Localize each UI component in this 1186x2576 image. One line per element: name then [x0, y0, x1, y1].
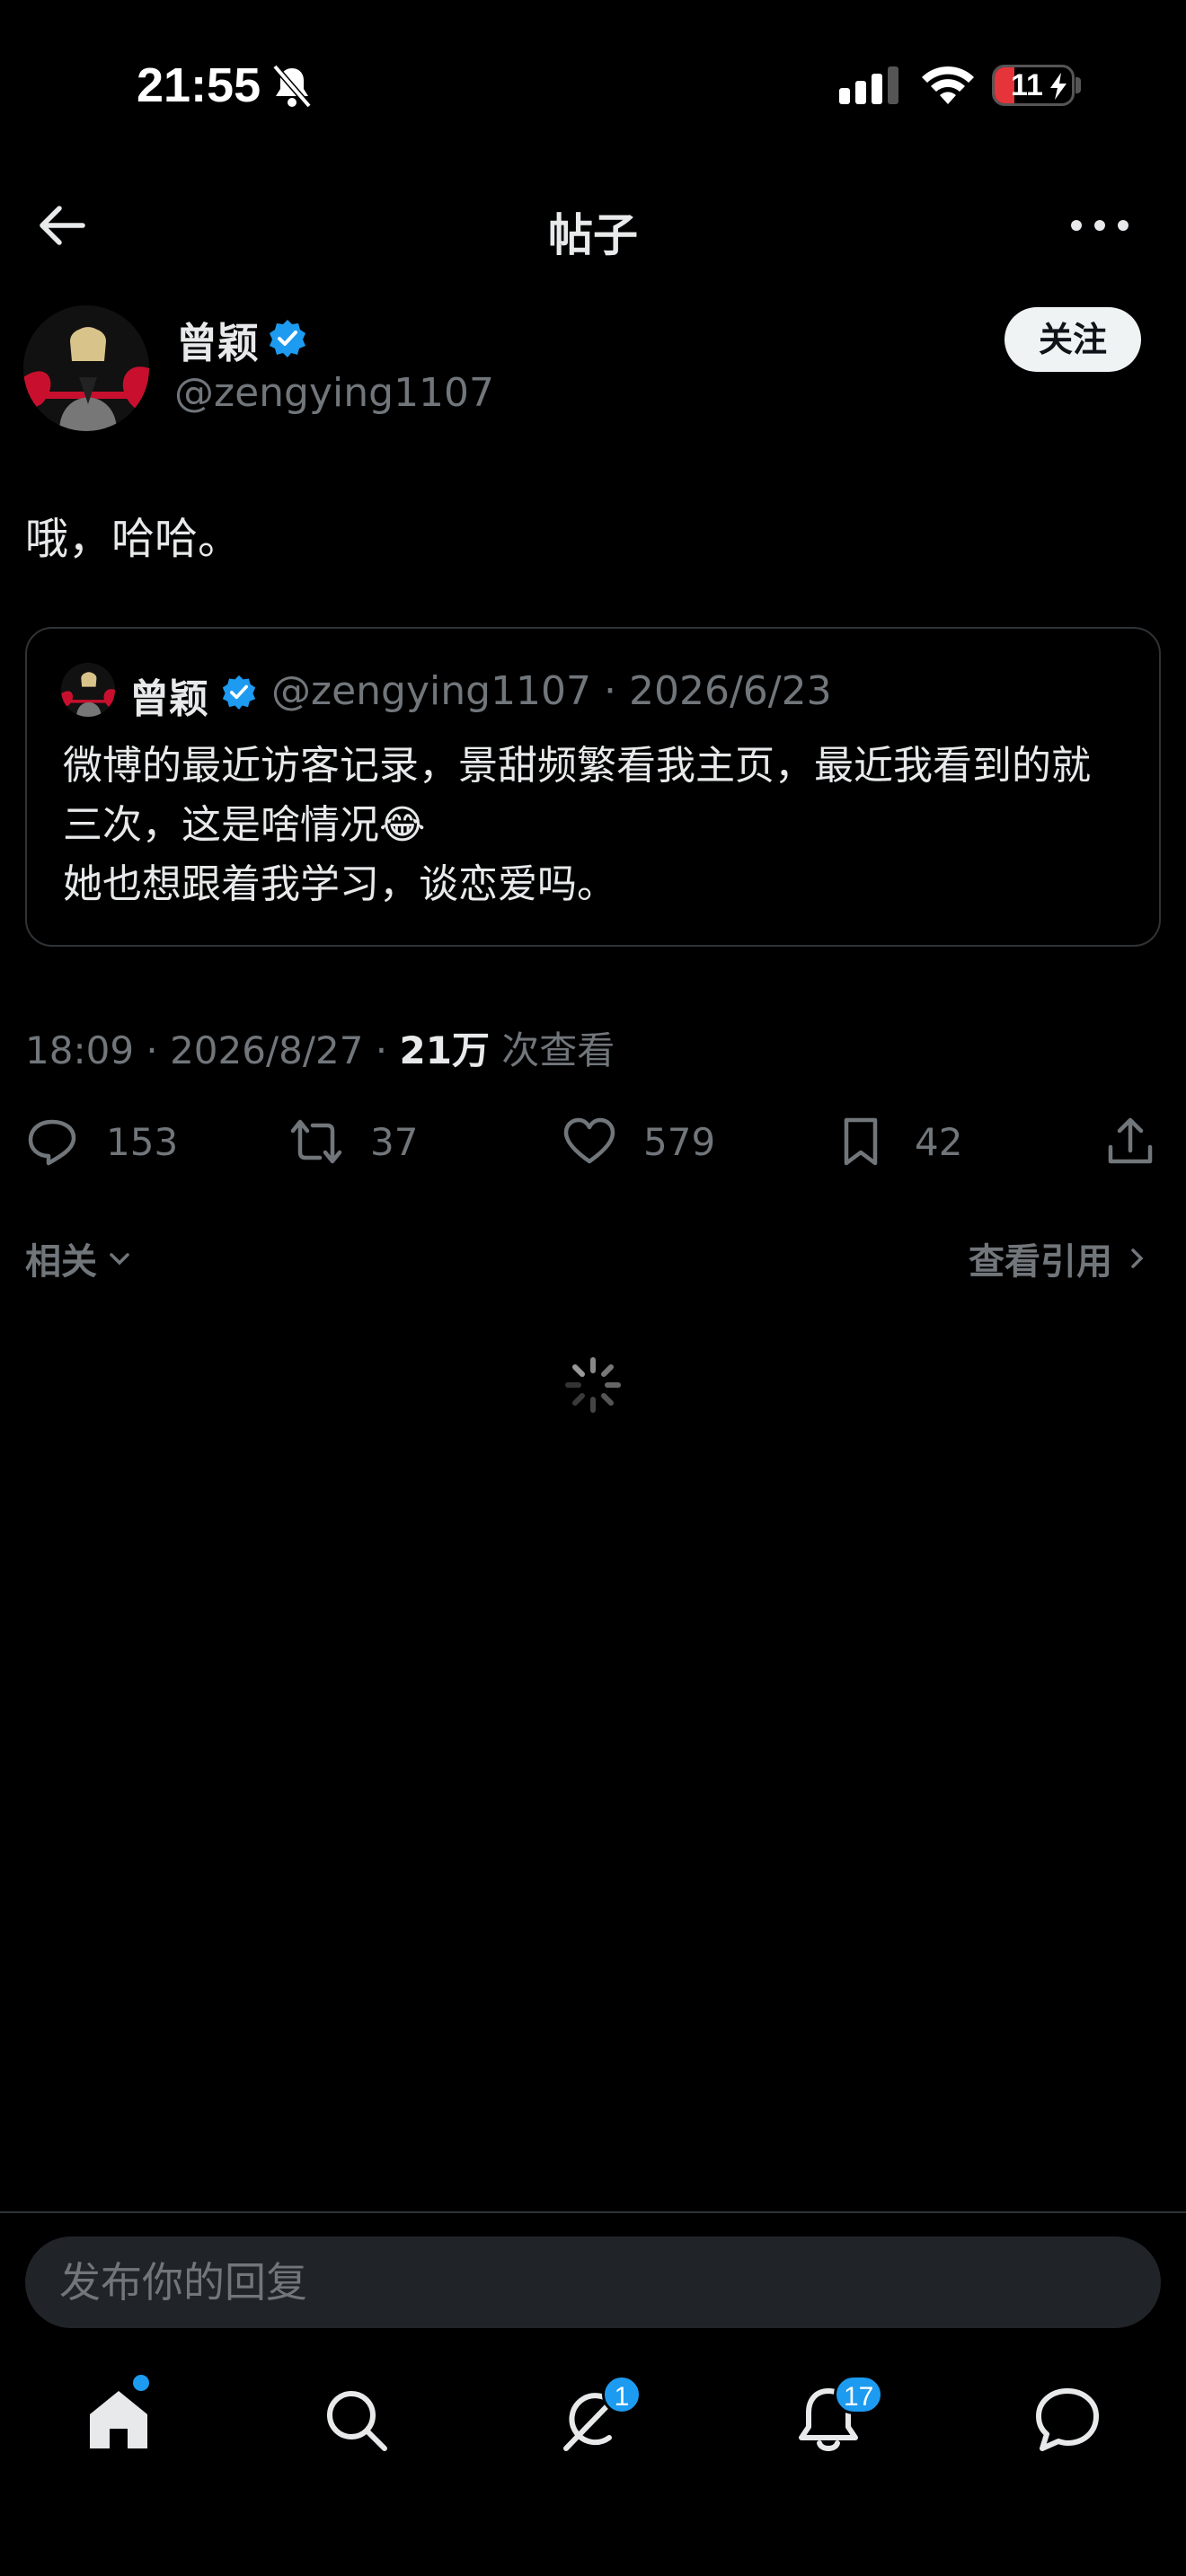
related-label: 相关 — [25, 1241, 97, 1283]
view-count-label: 次查看 — [489, 1028, 615, 1072]
bookmark-icon — [844, 1117, 878, 1166]
related-dropdown[interactable]: 相关 — [25, 1232, 133, 1284]
retweet-icon — [290, 1119, 342, 1164]
quoted-handle-date: @zengying1107 · 2026/6/23 — [271, 668, 832, 714]
heart-icon — [563, 1117, 615, 1164]
share-button[interactable] — [1103, 1110, 1184, 1173]
view-quotes-link[interactable]: 查看引用 — [969, 1232, 1150, 1284]
chevron-down-icon — [110, 1253, 129, 1266]
reply-divider — [0, 2211, 1186, 2213]
view-count[interactable]: 21万 — [400, 1028, 490, 1072]
view-quotes-label: 查看引用 — [969, 1241, 1112, 1283]
page-title: 帖子 — [548, 209, 638, 261]
notifications-badge: 17 — [834, 2375, 884, 2414]
battery-nub — [1075, 77, 1081, 93]
bookmark-button[interactable]: 42 — [834, 1110, 962, 1173]
follow-button[interactable]: 关注 — [1005, 307, 1141, 372]
retweet-button[interactable]: 37 — [289, 1110, 418, 1173]
messages-tab-icon[interactable] — [1031, 2384, 1103, 2456]
wifi-icon — [922, 66, 974, 104]
author-handle[interactable]: @zengying1107 — [174, 370, 494, 416]
search-tab-icon[interactable] — [320, 2384, 392, 2456]
post-text: 哦，哈哈。 — [25, 514, 242, 564]
home-new-dot — [133, 2375, 149, 2391]
reply-icon — [28, 1119, 76, 1166]
quoted-author-name: 曾颖 — [129, 676, 208, 722]
battery-level: 11 — [1011, 68, 1043, 102]
verified-badge-icon — [270, 320, 305, 357]
like-count: 579 — [643, 1119, 716, 1164]
like-button[interactable]: 579 — [562, 1110, 715, 1173]
share-icon — [1108, 1117, 1153, 1164]
status-time: 21:55 — [137, 58, 261, 112]
reply-input[interactable] — [25, 2236, 1161, 2328]
author-name[interactable]: 曾颖 — [176, 311, 259, 370]
reply-button[interactable]: 153 — [25, 1110, 178, 1173]
loading-spinner-icon — [565, 1357, 621, 1413]
cellular-signal-icon — [839, 66, 898, 104]
battery-indicator: 11 — [992, 65, 1075, 106]
quoted-verified-badge-icon — [222, 675, 256, 710]
chevron-right-icon — [1131, 1248, 1144, 1268]
grok-badge: 1 — [602, 2375, 642, 2414]
reply-count: 153 — [106, 1119, 179, 1164]
retweet-count: 37 — [370, 1119, 419, 1164]
more-options-icon[interactable] — [1067, 212, 1132, 239]
home-tab-icon[interactable] — [83, 2384, 155, 2456]
post-timestamp-views: 18:09 · 2026/8/27 · 21万 次查看 — [25, 1020, 615, 1075]
quoted-author-avatar — [61, 663, 115, 717]
author-avatar[interactable] — [23, 305, 149, 431]
post-timestamp: 18:09 · 2026/8/27 · — [25, 1028, 400, 1072]
bell-off-icon — [272, 64, 312, 109]
quoted-post-text: 微博的最近访客记录，景甜频繁看我主页，最近我看到的就三次，这是啥情况😂 她也想跟… — [63, 743, 1091, 907]
bookmark-count: 42 — [915, 1119, 963, 1164]
charging-bolt-icon — [1050, 73, 1067, 100]
